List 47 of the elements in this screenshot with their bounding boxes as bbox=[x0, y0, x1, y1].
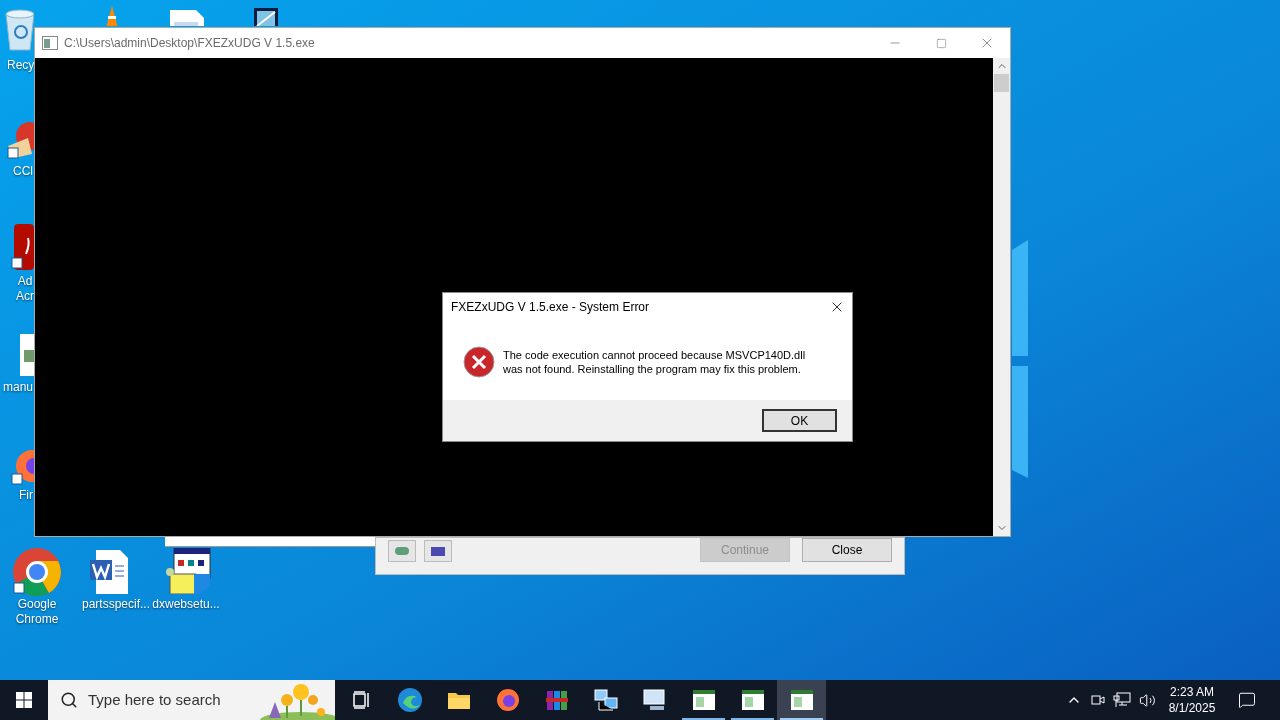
search-field[interactable]: Type here to search bbox=[88, 688, 248, 712]
search-box[interactable]: Type here to search bbox=[48, 680, 335, 720]
browser-wave-icon bbox=[396, 687, 423, 713]
scrollbar[interactable] bbox=[993, 58, 1010, 536]
folder-icon bbox=[446, 690, 471, 710]
taskbar-app-button[interactable] bbox=[777, 680, 826, 720]
books-icon bbox=[544, 688, 569, 712]
setup-program-icon[interactable] bbox=[164, 548, 212, 594]
desktop-icon-label: partsspecif... bbox=[81, 597, 151, 612]
word-document-icon[interactable] bbox=[88, 550, 130, 594]
network-icon[interactable] bbox=[1113, 692, 1131, 708]
document-icon[interactable] bbox=[170, 10, 204, 26]
windows-logo-icon bbox=[16, 692, 32, 708]
volume-icon[interactable] bbox=[1139, 691, 1156, 709]
traffic-cone-icon[interactable] bbox=[104, 6, 120, 26]
window-small-icon[interactable] bbox=[424, 540, 452, 562]
desktop-icon-label: Recy bbox=[7, 58, 35, 73]
window-icon bbox=[740, 689, 765, 711]
dialog-button[interactable]: Close bbox=[802, 538, 892, 562]
error-message: The code execution cannot proceed because MSVCP140D.dll was not found. Reinstalling the program may fix this problem. bbox=[503, 348, 806, 376]
camera-icon[interactable] bbox=[1091, 692, 1105, 708]
clock-time[interactable]: 2:23 AM bbox=[1170, 684, 1214, 700]
scrollbar-thumb[interactable] bbox=[994, 74, 1009, 92]
ok-button[interactable]: OK bbox=[762, 409, 837, 432]
window-icon bbox=[691, 689, 716, 711]
desktop-icon-label: CCl bbox=[13, 164, 33, 179]
pdf-app-icon[interactable] bbox=[8, 224, 34, 272]
desktop-icon-label: Ad Acr bbox=[16, 274, 34, 304]
console-app-icon bbox=[42, 36, 58, 50]
desktop-icon-label: manu bbox=[3, 380, 34, 395]
task-view-icon bbox=[350, 690, 371, 710]
computer-icon bbox=[641, 688, 668, 712]
clock-date[interactable]: 8/1/2025 bbox=[1168, 700, 1216, 716]
maximize-icon bbox=[935, 37, 947, 49]
window-title: C:\Users\admin\Desktop\FXEZxUDG V 1.5.exe bbox=[64, 35, 315, 52]
network-computers-icon bbox=[592, 688, 619, 712]
dialog-title: FXEZxUDG V 1.5.exe - System Error bbox=[451, 299, 650, 316]
error-icon bbox=[463, 346, 495, 378]
fox-browser-icon bbox=[495, 688, 520, 712]
drive-icon[interactable] bbox=[388, 540, 416, 562]
chrome-icon[interactable] bbox=[12, 547, 62, 597]
window-icon bbox=[789, 689, 814, 711]
search-icon bbox=[60, 691, 78, 709]
desktop-icon-label: dxwebsetu... bbox=[151, 597, 221, 612]
notifications-icon[interactable] bbox=[1238, 691, 1256, 709]
desktop-icon-label: Fir bbox=[19, 488, 33, 503]
desktop-icon-label: Google Chrome bbox=[14, 597, 60, 627]
